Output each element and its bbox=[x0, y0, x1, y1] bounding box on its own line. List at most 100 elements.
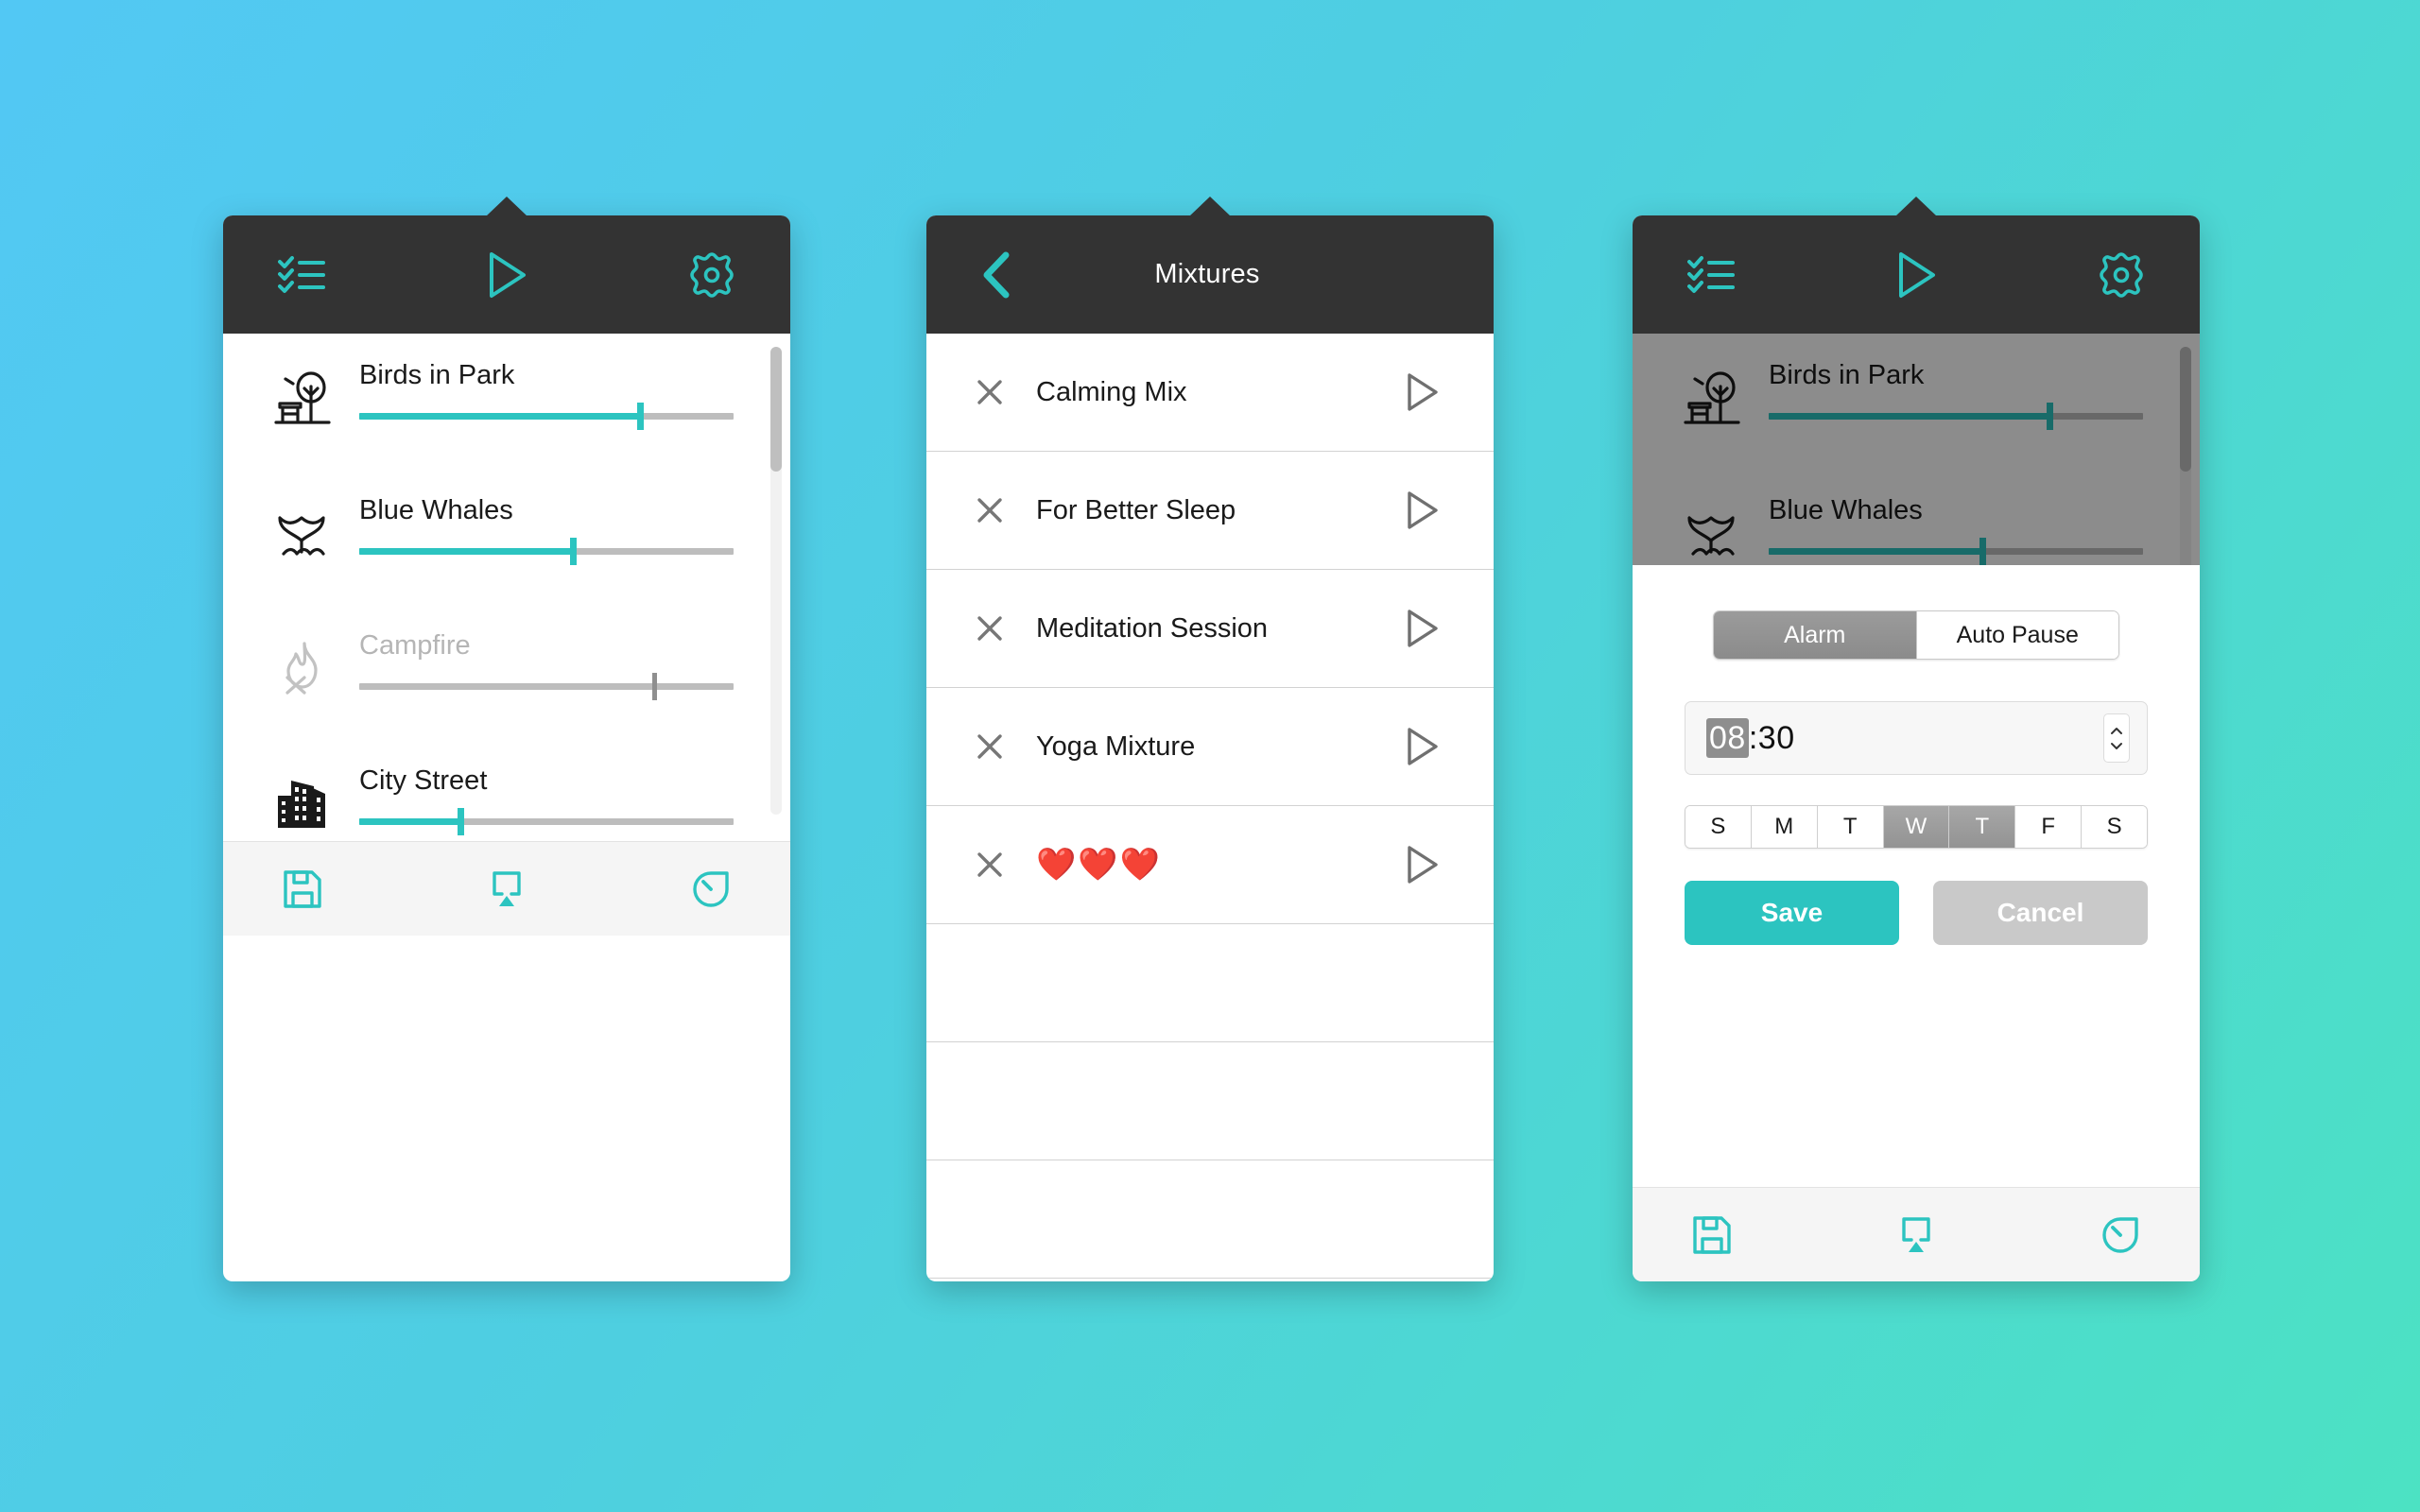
day-sunday[interactable]: S bbox=[1685, 806, 1752, 848]
play-mixture-button[interactable] bbox=[1405, 371, 1441, 413]
play-outline-icon bbox=[1408, 728, 1438, 765]
checklist-icon bbox=[1687, 255, 1735, 293]
list-item-empty bbox=[926, 1160, 1494, 1279]
tab-auto-pause[interactable]: Auto Pause bbox=[1916, 611, 2118, 659]
time-stepper[interactable] bbox=[2103, 713, 2130, 763]
remove-mixture-button[interactable] bbox=[964, 732, 1015, 761]
alarm-separator: : bbox=[1748, 719, 1758, 756]
play-mixture-button[interactable] bbox=[1405, 844, 1441, 885]
save-preset-button[interactable] bbox=[1691, 1214, 1733, 1256]
sounds-toolbar bbox=[223, 841, 790, 936]
play-outline-icon bbox=[1408, 610, 1438, 647]
sound-list[interactable]: Birds in Park Blue Whales Campfire City … bbox=[223, 334, 790, 841]
alarm-toolbar bbox=[1633, 1187, 2200, 1281]
volume-slider bbox=[1769, 538, 2143, 565]
alarm-mode-tabs[interactable]: Alarm Auto Pause bbox=[1713, 610, 2119, 660]
sound-name: Blue Whales bbox=[359, 495, 513, 525]
remove-mixture-button[interactable] bbox=[964, 850, 1015, 879]
mixture-name: Meditation Session bbox=[1036, 612, 1269, 644]
play-button[interactable] bbox=[487, 250, 528, 300]
sound-row[interactable]: Birds in Park bbox=[223, 334, 790, 469]
tree-bench-icon[interactable] bbox=[268, 364, 338, 434]
list-item[interactable]: Calming Mix bbox=[926, 334, 1494, 452]
checklist-icon bbox=[278, 255, 325, 293]
cast-button[interactable] bbox=[486, 869, 527, 909]
settings-button[interactable] bbox=[688, 251, 735, 299]
day-selector[interactable]: S M T W T F S bbox=[1685, 805, 2148, 849]
cast-button[interactable] bbox=[1895, 1215, 1937, 1255]
remove-mixture-button[interactable] bbox=[964, 496, 1015, 524]
mixtures-header: Mixtures bbox=[926, 215, 1494, 334]
mixture-name: Yoga Mixture bbox=[1036, 730, 1196, 762]
panel-notch bbox=[1895, 197, 1937, 216]
play-mixture-button[interactable] bbox=[1405, 608, 1441, 649]
volume-slider[interactable] bbox=[359, 538, 734, 565]
sound-row[interactable]: City Street bbox=[223, 739, 790, 841]
list-item[interactable]: Meditation Session bbox=[926, 570, 1494, 688]
close-x-icon bbox=[977, 734, 1002, 759]
list-item-empty bbox=[926, 924, 1494, 1042]
play-mixture-button[interactable] bbox=[1405, 726, 1441, 767]
timer-icon bbox=[693, 870, 729, 907]
day-saturday[interactable]: S bbox=[2082, 806, 2147, 848]
save-preset-button[interactable] bbox=[282, 868, 323, 910]
play-outline-icon bbox=[1408, 846, 1438, 884]
alarm-hours[interactable]: 08 bbox=[1706, 717, 1749, 758]
page-title: Mixtures bbox=[1154, 259, 1260, 289]
alarm-sheet: Alarm Auto Pause 08:30 S M T W T F S Sav… bbox=[1633, 565, 2200, 1187]
sound-name: Birds in Park bbox=[359, 360, 515, 390]
buildings-icon[interactable] bbox=[268, 769, 338, 839]
day-friday[interactable]: F bbox=[2015, 806, 2083, 848]
floppy-save-icon bbox=[284, 869, 321, 908]
save-button[interactable]: Save bbox=[1685, 881, 1899, 945]
chevron-up-icon[interactable] bbox=[2110, 727, 2123, 735]
list-item[interactable]: For Better Sleep bbox=[926, 452, 1494, 570]
floppy-save-icon bbox=[1693, 1215, 1731, 1254]
sound-name: Blue Whales bbox=[1769, 495, 1923, 525]
list-item[interactable]: ❤️❤️❤️ bbox=[926, 806, 1494, 924]
volume-slider bbox=[1769, 403, 2143, 430]
alarm-minutes[interactable]: 30 bbox=[1758, 720, 1795, 756]
cancel-button[interactable]: Cancel bbox=[1933, 881, 2148, 945]
mixture-name: ❤️❤️❤️ bbox=[1036, 847, 1163, 883]
close-x-icon bbox=[977, 498, 1002, 523]
day-tuesday[interactable]: T bbox=[1817, 806, 1884, 848]
remove-mixture-button[interactable] bbox=[964, 614, 1015, 643]
close-x-icon bbox=[977, 380, 1002, 404]
mixtures-button[interactable] bbox=[1687, 254, 1737, 296]
volume-slider[interactable] bbox=[359, 673, 734, 700]
alarm-panel: Birds in Park Blue Whales Alarm Auto Pau… bbox=[1633, 197, 2200, 1281]
remove-mixture-button[interactable] bbox=[964, 378, 1015, 406]
airplay-cast-icon bbox=[1902, 1216, 1930, 1252]
day-wednesday[interactable]: W bbox=[1883, 806, 1950, 848]
tree-bench-icon bbox=[1678, 364, 1748, 434]
close-x-icon bbox=[977, 616, 1002, 641]
timer-button[interactable] bbox=[2100, 1214, 2141, 1256]
list-scrollbar[interactable] bbox=[770, 347, 782, 815]
campfire-off-icon[interactable] bbox=[268, 634, 338, 704]
day-monday[interactable]: M bbox=[1751, 806, 1818, 848]
whale-tail-icon[interactable] bbox=[268, 499, 338, 569]
tab-alarm[interactable]: Alarm bbox=[1714, 611, 1917, 659]
mixtures-panel: Mixtures Calming Mix For Better Sleep Me… bbox=[926, 197, 1494, 1281]
mixtures-list[interactable]: Calming Mix For Better Sleep Meditation … bbox=[926, 334, 1494, 1279]
play-outline-icon bbox=[1408, 491, 1438, 529]
alarm-time-field[interactable]: 08:30 bbox=[1685, 701, 2148, 775]
day-thursday[interactable]: T bbox=[1949, 806, 2016, 848]
list-item[interactable]: Yoga Mixture bbox=[926, 688, 1494, 806]
volume-slider[interactable] bbox=[359, 808, 734, 835]
settings-button[interactable] bbox=[2098, 251, 2145, 299]
sound-name: City Street bbox=[359, 765, 488, 796]
play-button[interactable] bbox=[1896, 250, 1938, 300]
chevron-down-icon[interactable] bbox=[2110, 742, 2123, 750]
scrollbar-thumb[interactable] bbox=[770, 347, 782, 472]
timer-button[interactable] bbox=[690, 868, 732, 910]
mixtures-button[interactable] bbox=[278, 254, 327, 296]
sound-row[interactable]: Blue Whales bbox=[223, 469, 790, 604]
play-mixture-button[interactable] bbox=[1405, 490, 1441, 531]
alarm-time-value: 08:30 bbox=[1706, 717, 1795, 758]
gear-icon bbox=[2100, 251, 2143, 298]
volume-slider[interactable] bbox=[359, 403, 734, 430]
sound-row[interactable]: Campfire bbox=[223, 604, 790, 739]
gear-icon bbox=[690, 251, 734, 298]
